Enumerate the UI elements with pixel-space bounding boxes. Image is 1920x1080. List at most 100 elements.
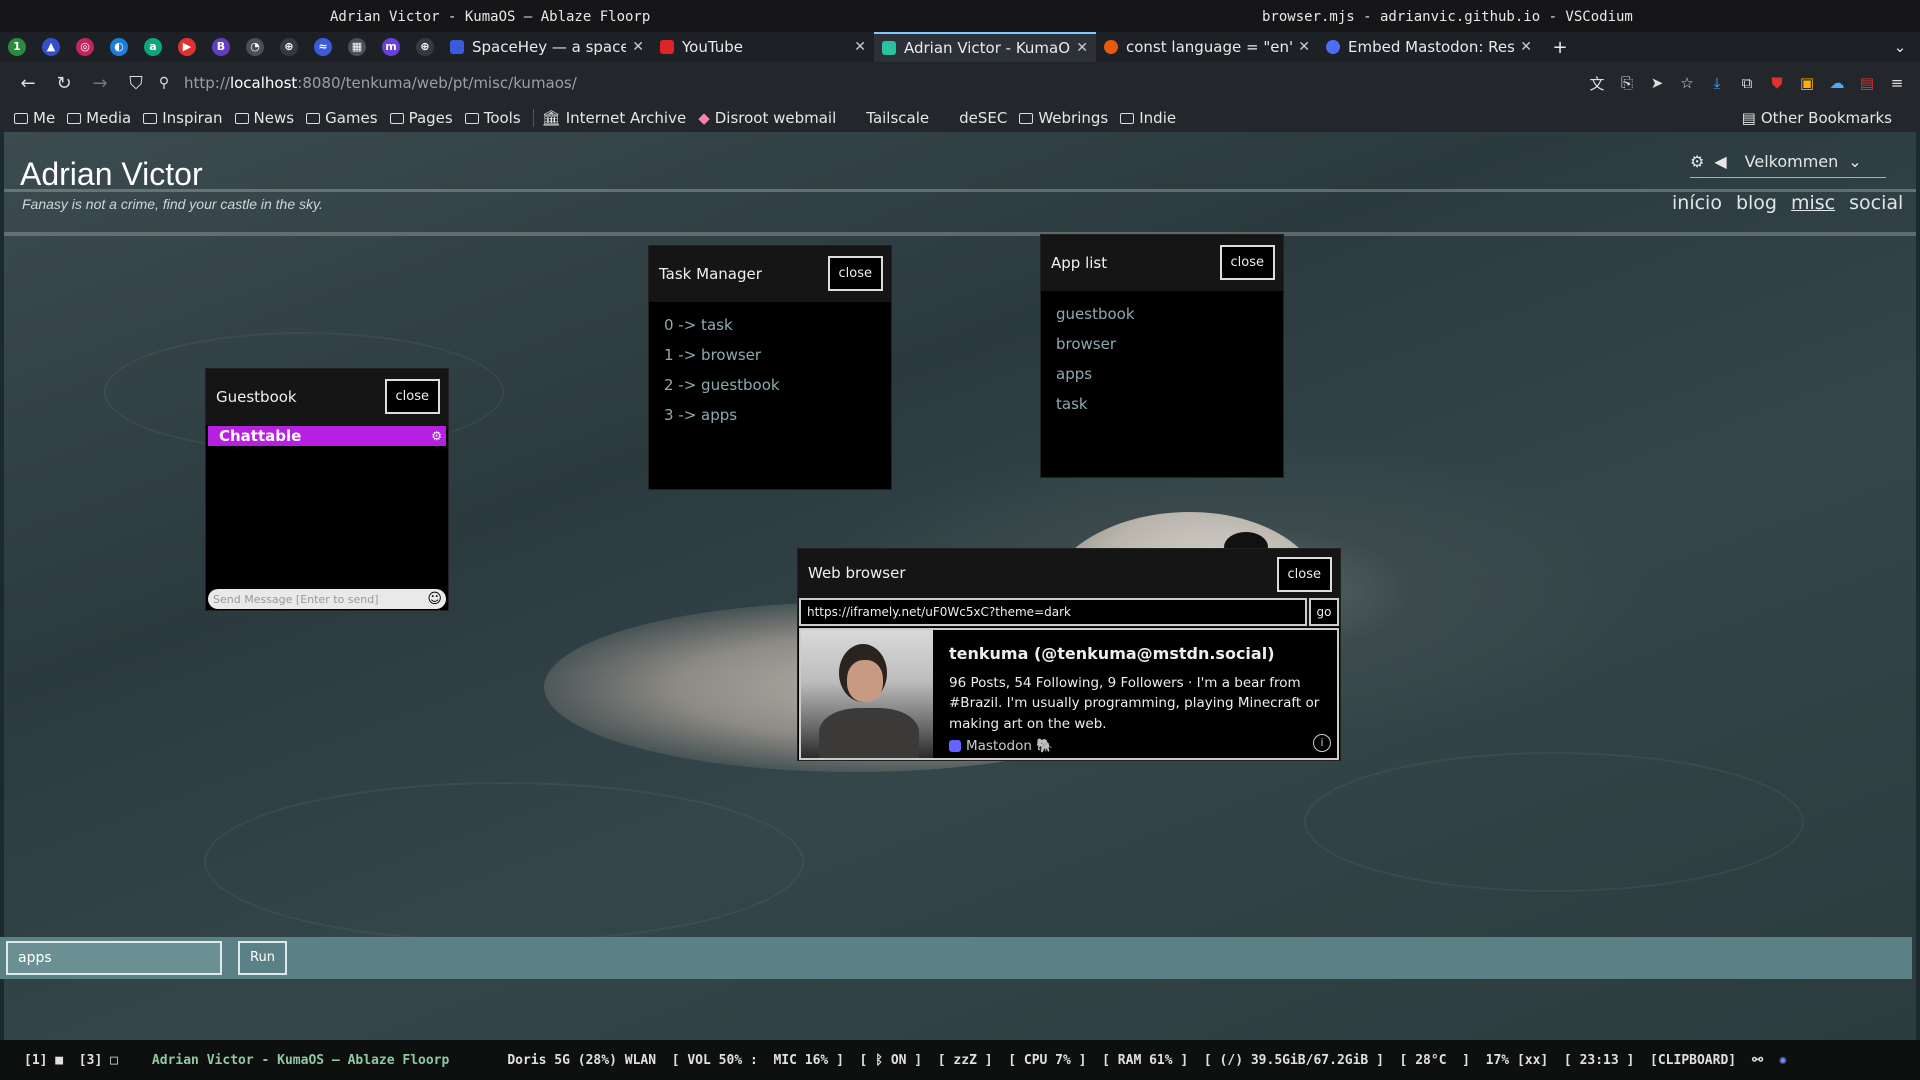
nav-misc[interactable]: misc <box>1791 192 1835 214</box>
info-icon[interactable]: i <box>1313 734 1331 752</box>
nav-social[interactable]: social <box>1849 192 1903 214</box>
pinned-tab[interactable]: ◔ <box>238 32 272 62</box>
ublock-icon[interactable]: ⛊ <box>1762 74 1792 92</box>
task-item[interactable]: 3 -> apps <box>664 406 876 436</box>
emoji-icon[interactable]: ☺ <box>427 591 442 607</box>
pinned-tab[interactable]: 1 <box>0 32 34 62</box>
close-icon[interactable]: ✕ <box>1514 39 1532 55</box>
tab-youtube[interactable]: YouTube ✕ <box>652 32 874 62</box>
mastodon-embed-card[interactable]: tenkuma (@tenkuma@mstdn.social) 96 Posts… <box>799 628 1339 760</box>
cloud-icon[interactable]: ☁ <box>1822 74 1852 92</box>
bookmark-folder[interactable]: News <box>234 109 295 127</box>
chevron-down-icon[interactable]: ⌄ <box>1880 32 1920 62</box>
app-tray-icon[interactable]: ✺ <box>1779 1053 1787 1068</box>
chat-input[interactable]: Send Message [Enter to send] ☺ <box>208 589 446 609</box>
pinned-tab[interactable]: ≈ <box>306 32 340 62</box>
bookmark-folder[interactable]: Games <box>306 109 378 127</box>
window-header[interactable]: Task Manager close <box>649 246 891 302</box>
speaker-icon[interactable]: ◀ <box>1714 152 1726 171</box>
workspace-indicator[interactable]: [1] ■ [3] □ <box>24 1053 118 1068</box>
pinned-tab[interactable]: ▦ <box>340 32 374 62</box>
send-icon[interactable]: ➤ <box>1642 74 1672 92</box>
pinned-tab[interactable]: a <box>136 32 170 62</box>
pinned-tab[interactable]: ◐ <box>102 32 136 62</box>
tab-const-language[interactable]: const language = "en"; ✕ <box>1096 32 1318 62</box>
star-icon[interactable]: ☆ <box>1672 74 1702 92</box>
task-item[interactable]: 0 -> task <box>664 316 876 346</box>
nav-blog[interactable]: blog <box>1736 192 1777 214</box>
settings-icon[interactable]: ⚙ <box>1690 152 1704 171</box>
pinned-tab[interactable]: ◎ <box>68 32 102 62</box>
close-icon[interactable]: ✕ <box>1070 40 1088 56</box>
bookmark-link[interactable]: 🏛 Internet Archive <box>532 109 687 127</box>
bookmark-label: Pages <box>408 109 453 127</box>
bookmark-folder[interactable]: Pages <box>389 109 453 127</box>
tab-spacehey[interactable]: SpaceHey — a space ✕ <box>442 32 652 62</box>
app-item-guestbook[interactable]: guestbook <box>1056 305 1268 335</box>
go-button[interactable]: go <box>1309 598 1339 626</box>
extension-icon[interactable]: ▣ <box>1792 74 1822 92</box>
shield-icon[interactable]: ⛉ <box>118 73 154 94</box>
tab-kumaos[interactable]: Adrian Victor - KumaOS ✕ <box>874 32 1096 62</box>
app-item-browser[interactable]: browser <box>1056 335 1268 365</box>
run-input[interactable]: apps <box>6 941 222 975</box>
youtube-icon <box>660 40 674 54</box>
bookmark-folder[interactable]: Indie <box>1120 109 1176 127</box>
other-bookmarks[interactable]: ▤ Other Bookmarks <box>1742 109 1892 127</box>
bookmark-folder[interactable]: Me <box>14 109 55 127</box>
bookmark-folder[interactable]: Tools <box>464 109 521 127</box>
gear-icon[interactable]: ⚙ <box>431 429 442 443</box>
screenshot-icon[interactable]: ⎘ <box>1612 74 1642 92</box>
bookmark-folder[interactable]: Media <box>67 109 131 127</box>
window-header[interactable]: Web browser close <box>798 549 1340 597</box>
menu-icon[interactable]: ≡ <box>1882 74 1912 92</box>
language-select[interactable]: ⚙ ◀ Velkommen ⌄ <box>1690 152 1886 178</box>
extensions-icon[interactable]: ⧉ <box>1732 74 1762 92</box>
pinned-tab[interactable]: ▶ <box>170 32 204 62</box>
back-icon[interactable]: ← <box>10 73 46 94</box>
task-item[interactable]: 2 -> guestbook <box>664 376 876 406</box>
bookmark-link[interactable]: deSEC <box>959 109 1007 127</box>
translate-icon[interactable]: 文 <box>1582 73 1612 94</box>
active-window-title: Adrian Victor - KumaOS — Ablaze Floorp <box>151 1052 450 1068</box>
close-button[interactable]: close <box>1276 557 1332 592</box>
close-icon[interactable]: ✕ <box>1292 39 1310 55</box>
bookmark-folder[interactable]: Inspiran <box>143 109 223 127</box>
pinned-tab[interactable]: ⊕ <box>408 32 442 62</box>
close-button[interactable]: close <box>384 379 440 414</box>
browser-url-input[interactable]: https://iframely.net/uF0Wc5xC?theme=dark <box>799 598 1307 626</box>
task-item[interactable]: 1 -> browser <box>664 346 876 376</box>
run-button[interactable]: Run <box>238 941 287 975</box>
app-item-apps[interactable]: apps <box>1056 365 1268 395</box>
tab-embed-mastodon[interactable]: Embed Mastodon: Respo✕ <box>1318 32 1540 62</box>
download-icon[interactable]: ⤓ <box>1702 74 1732 92</box>
close-icon[interactable]: ✕ <box>626 39 644 55</box>
bookmark-link[interactable]: ◆ Disroot webmail <box>698 109 836 127</box>
window-header[interactable]: Guestbook close <box>206 369 448 425</box>
tab-label: Adrian Victor - KumaOS <box>904 39 1071 57</box>
bookmark-label: Webrings <box>1038 109 1109 127</box>
close-button[interactable]: close <box>827 256 883 291</box>
permissions-icon[interactable]: ⚲ <box>154 75 174 91</box>
bookmark-label: Internet Archive <box>565 109 687 127</box>
bookmark-label: News <box>253 109 295 127</box>
network-icon[interactable]: ⚯ <box>1752 1053 1763 1068</box>
app-item-task[interactable]: task <box>1056 395 1268 425</box>
browser-address-row: https://iframely.net/uF0Wc5xC?theme=dark… <box>798 597 1340 627</box>
pinned-tab[interactable]: ▲ <box>34 32 68 62</box>
pinned-tab[interactable]: B <box>204 32 238 62</box>
pinned-tab[interactable]: ⊕ <box>272 32 306 62</box>
bookmark-link[interactable]: Tailscale <box>866 109 929 127</box>
bookmark-label: Me <box>33 109 56 127</box>
window-header[interactable]: App list close <box>1041 235 1283 291</box>
url-bar[interactable]: http://localhost:8080/tenkuma/web/pt/mis… <box>184 74 1582 92</box>
close-button[interactable]: close <box>1219 245 1275 280</box>
nav-inicio[interactable]: início <box>1672 192 1722 214</box>
extension-badge-icon[interactable]: ▤ <box>1852 74 1882 92</box>
new-tab-button[interactable]: + <box>1540 32 1580 62</box>
pinned-tab[interactable]: m <box>374 32 408 62</box>
forward-icon[interactable]: → <box>82 73 118 94</box>
reload-icon[interactable]: ↻ <box>46 73 82 94</box>
close-icon[interactable]: ✕ <box>848 39 866 55</box>
bookmark-folder[interactable]: Webrings <box>1019 109 1108 127</box>
